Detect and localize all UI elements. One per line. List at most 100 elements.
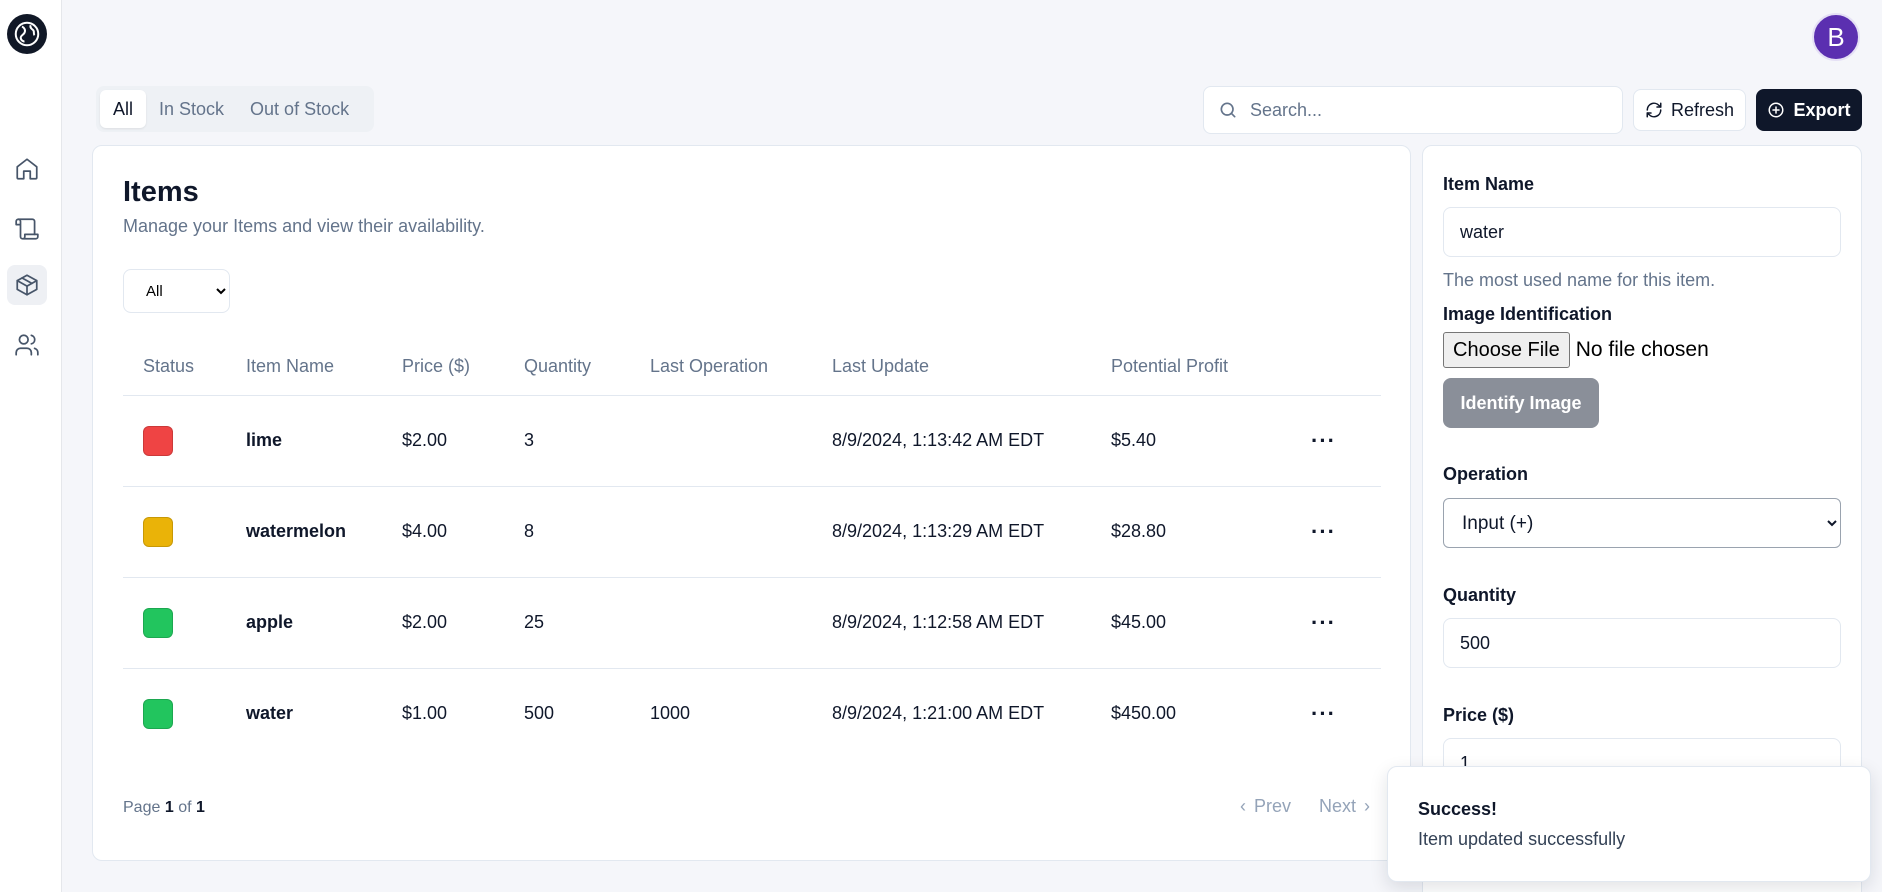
- item-last-update: 8/9/2024, 1:21:00 AM EDT: [832, 703, 1045, 724]
- status-filter-select[interactable]: All: [123, 269, 230, 313]
- item-last-update: 8/9/2024, 1:13:42 AM EDT: [812, 395, 1091, 487]
- avatar[interactable]: B: [1812, 13, 1860, 61]
- item-name-input[interactable]: [1443, 207, 1841, 257]
- avatar-initial: B: [1827, 21, 1845, 52]
- more-actions-icon[interactable]: ···: [1311, 519, 1336, 544]
- item-profit: $45.00: [1091, 577, 1291, 669]
- col-actions: [1291, 339, 1381, 396]
- table-header-row: Status Item Name Price ($) Quantity Last…: [123, 339, 1381, 396]
- col-potential-profit[interactable]: Potential Profit: [1091, 339, 1291, 396]
- item-name: apple: [226, 577, 382, 669]
- next-button[interactable]: Next ›: [1319, 796, 1370, 817]
- price-label: Price ($): [1443, 705, 1515, 725]
- stock-tabs: All In Stock Out of Stock: [96, 86, 374, 132]
- tab-out-of-stock[interactable]: Out of Stock: [237, 90, 362, 128]
- items-card: Items Manage your Items and view their a…: [92, 145, 1411, 861]
- quantity-label: Quantity: [1443, 585, 1517, 605]
- item-last-operation: 1000: [650, 703, 691, 724]
- items-table: Status Item Name Price ($) Quantity Last…: [123, 339, 1381, 759]
- item-quantity: 500: [524, 703, 555, 724]
- tab-in-stock[interactable]: In Stock: [146, 90, 237, 128]
- col-last-operation[interactable]: Last Operation: [630, 339, 812, 396]
- globe-logo-icon[interactable]: [7, 14, 47, 54]
- item-profit: $450.00: [1111, 703, 1177, 724]
- nav-items[interactable]: [7, 265, 47, 305]
- export-label: Export: [1793, 99, 1851, 120]
- more-actions-icon[interactable]: ···: [1311, 701, 1336, 726]
- item-last-operation: [630, 577, 812, 669]
- scroll-icon: [15, 218, 39, 240]
- table-row[interactable]: lime $2.00 3 8/9/2024, 1:13:42 AM EDT $5…: [123, 395, 1381, 487]
- item-name-label: Item Name: [1443, 174, 1535, 194]
- item-price: $4.00: [382, 486, 504, 578]
- col-price[interactable]: Price ($): [382, 339, 504, 396]
- page-total: 1: [195, 799, 205, 816]
- operation-label: Operation: [1443, 464, 1529, 484]
- col-quantity[interactable]: Quantity: [504, 339, 630, 396]
- search-input[interactable]: [1250, 99, 1610, 121]
- item-quantity: 25: [504, 577, 630, 669]
- item-last-operation: [630, 395, 812, 487]
- file-status: No file chosen: [1575, 338, 1709, 361]
- next-label: Next: [1318, 796, 1356, 816]
- more-actions-icon[interactable]: ···: [1311, 610, 1336, 635]
- prev-label: Prev: [1253, 796, 1291, 816]
- item-profit: $28.80: [1091, 486, 1291, 578]
- item-price: $1.00: [402, 703, 448, 724]
- tab-all[interactable]: All: [100, 90, 147, 128]
- nav-home[interactable]: [7, 149, 47, 189]
- col-item-name[interactable]: Item Name: [226, 339, 382, 396]
- sidebar: [0, 0, 62, 892]
- page-of-word: of: [178, 799, 192, 816]
- search-box: [1203, 86, 1623, 134]
- prev-button[interactable]: ‹ Prev: [1240, 796, 1291, 817]
- item-profit: $5.40: [1091, 395, 1291, 487]
- search-icon: [1220, 102, 1236, 118]
- plus-circle-icon: [1768, 102, 1784, 118]
- item-price: $2.00: [382, 577, 504, 669]
- quantity-input[interactable]: [1443, 618, 1841, 668]
- choose-file-button[interactable]: Choose File: [1443, 332, 1570, 368]
- item-price: $2.00: [382, 395, 504, 487]
- pagination-info: Page 1 of 1: [123, 799, 205, 817]
- col-last-update[interactable]: Last Update: [812, 339, 1091, 396]
- status-swatch: [143, 516, 173, 547]
- more-actions-icon[interactable]: ···: [1311, 428, 1336, 453]
- chevron-right-icon: ›: [1364, 796, 1370, 816]
- item-name: water: [246, 703, 294, 724]
- item-last-operation: [630, 486, 812, 578]
- col-status[interactable]: Status: [123, 339, 226, 396]
- users-icon: [15, 334, 39, 356]
- item-name: lime: [226, 395, 382, 487]
- export-button[interactable]: Export: [1756, 89, 1862, 131]
- refresh-icon: [1646, 102, 1662, 118]
- package-icon: [16, 274, 38, 296]
- operation-select[interactable]: Input (+): [1443, 498, 1841, 548]
- identify-image-button[interactable]: Identify Image: [1443, 378, 1599, 428]
- table-row[interactable]: water $1.00 500 1000 8/9/2024, 1:21:00 A…: [123, 668, 1381, 759]
- refresh-label: Refresh: [1670, 99, 1735, 120]
- item-last-update: 8/9/2024, 1:12:58 AM EDT: [812, 577, 1091, 669]
- page-word: Page: [123, 799, 161, 816]
- status-swatch: [143, 425, 173, 456]
- home-icon: [16, 158, 38, 180]
- page-current: 1: [164, 799, 174, 816]
- success-toast[interactable]: Success! Item updated successfully: [1387, 766, 1871, 882]
- nav-users[interactable]: [7, 325, 47, 365]
- toast-title: Success!: [1418, 799, 1498, 819]
- status-swatch: [143, 698, 173, 729]
- chevron-left-icon: ‹: [1239, 796, 1246, 816]
- file-input: Choose File No file chosen: [1443, 332, 1709, 368]
- item-name: watermelon: [226, 486, 382, 578]
- refresh-button[interactable]: Refresh: [1633, 89, 1746, 131]
- pager: ‹ Prev Next ›: [1240, 796, 1370, 817]
- table-row[interactable]: watermelon $4.00 8 8/9/2024, 1:13:29 AM …: [123, 486, 1381, 578]
- item-quantity: 8: [504, 486, 630, 578]
- item-quantity: 3: [504, 395, 630, 487]
- toast-message: Item updated successfully: [1418, 829, 1626, 849]
- status-swatch: [143, 607, 173, 638]
- table-row[interactable]: apple $2.00 25 8/9/2024, 1:12:58 AM EDT …: [123, 577, 1381, 669]
- page-title: Items: [123, 176, 199, 208]
- image-identification-label: Image Identification: [1443, 304, 1613, 324]
- nav-operations[interactable]: [7, 209, 47, 249]
